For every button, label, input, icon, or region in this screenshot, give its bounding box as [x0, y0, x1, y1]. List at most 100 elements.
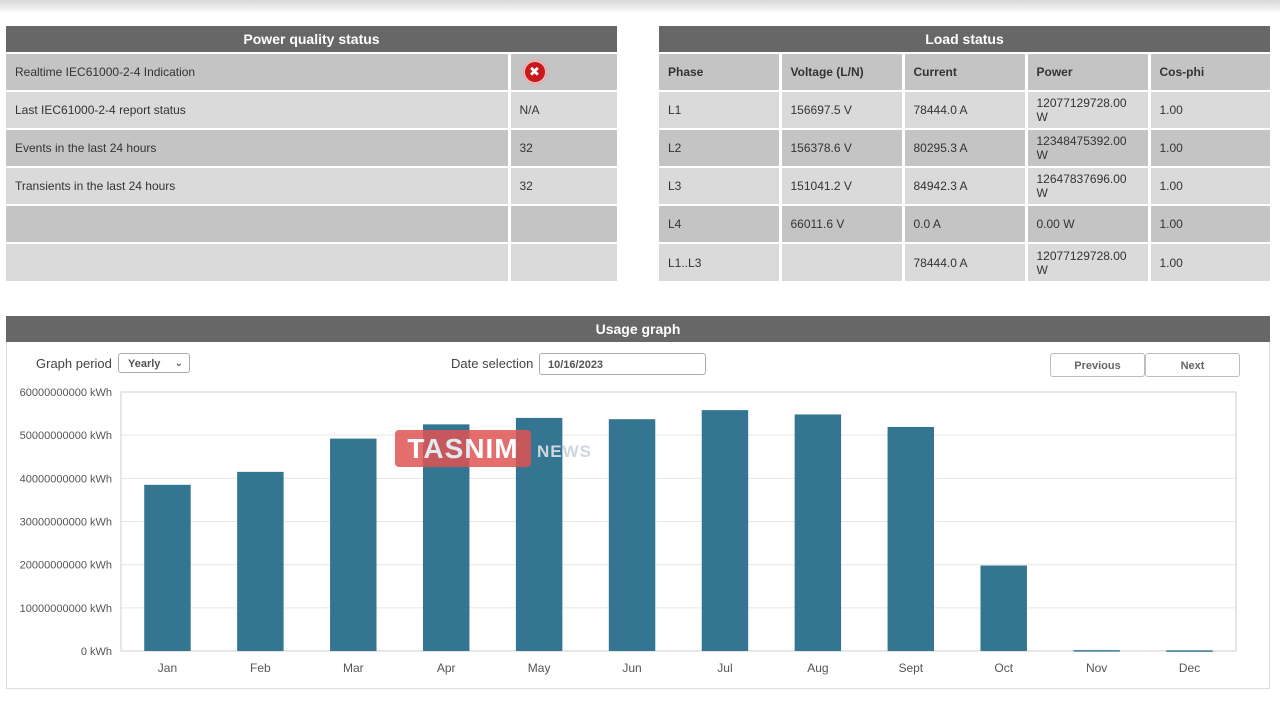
pq-value: ✖	[507, 52, 617, 91]
x-tick-label: Apr	[437, 661, 456, 675]
load-status-title: Load status	[659, 26, 1270, 52]
pq-value	[507, 204, 617, 243]
cell: 1.00	[1147, 128, 1270, 167]
cell: 12348475392.00 W	[1024, 128, 1149, 167]
column-header: Phase	[659, 52, 780, 91]
y-tick-label: 20000000000 kWh	[20, 560, 112, 572]
bar-oct	[980, 565, 1027, 651]
cell: 1.00	[1147, 204, 1270, 243]
x-tick-label: Jun	[622, 661, 641, 675]
pq-value: N/A	[507, 90, 617, 129]
bar-mar	[330, 438, 377, 651]
cell: 0.00 W	[1024, 204, 1149, 243]
cell: 66011.6 V	[778, 204, 903, 243]
y-tick-label: 50000000000 kWh	[20, 430, 112, 442]
x-tick-label: Jul	[717, 661, 732, 675]
y-tick-label: 30000000000 kWh	[20, 517, 112, 529]
y-tick-label: 0 kWh	[81, 646, 112, 658]
cell: L3	[659, 166, 780, 205]
load-status-table: Phase Voltage (L/N) Current Power Cos-ph…	[659, 52, 1270, 281]
pq-label: Transients in the last 24 hours	[6, 166, 509, 205]
x-tick-label: Sept	[898, 661, 923, 675]
table-row: L2 156378.6 V 80295.3 A 12348475392.00 W…	[659, 128, 1270, 167]
cell: 1.00	[1147, 90, 1270, 129]
cell	[778, 242, 903, 281]
y-tick-label: 60000000000 kWh	[20, 387, 112, 399]
cell: L2	[659, 128, 780, 167]
bar-feb	[237, 471, 284, 651]
usage-graph-body: Graph period Yearly ⌄ Date selection 10/…	[6, 342, 1270, 689]
table-row: Last IEC61000-2-4 report status N/A	[6, 90, 617, 129]
usage-graph-title: Usage graph	[6, 316, 1270, 342]
table-row: L1..L3 78444.0 A 12077129728.00 W 1.00	[659, 242, 1270, 281]
y-tick-label: 10000000000 kWh	[20, 603, 112, 615]
cell: 156378.6 V	[778, 128, 903, 167]
pq-label: Realtime IEC61000-2-4 Indication	[6, 52, 509, 91]
bar-nov	[1073, 650, 1120, 652]
usage-bar-chart: 0 kWh 10000000000 kWh 20000000000 kWh 30000…	[20, 387, 1237, 675]
bar-jun	[608, 419, 656, 651]
table-row: L1 156697.5 V 78444.0 A 12077129728.00 W…	[659, 90, 1270, 129]
cell: L4	[659, 204, 780, 243]
column-header: Cos-phi	[1147, 52, 1270, 91]
pq-label	[6, 204, 509, 243]
x-tick-label: Oct	[994, 661, 1013, 675]
x-tick-label: May	[528, 661, 551, 675]
pq-label: Events in the last 24 hours	[6, 128, 509, 167]
table-row: Events in the last 24 hours 32	[6, 128, 617, 167]
x-tick-label: Dec	[1179, 661, 1200, 675]
table-row: L4 66011.6 V 0.0 A 0.00 W 1.00	[659, 204, 1270, 243]
cell: 1.00	[1147, 242, 1270, 281]
bars	[144, 410, 1213, 652]
y-axis: 0 kWh 10000000000 kWh 20000000000 kWh 30000…	[20, 387, 112, 658]
x-tick-label: Feb	[250, 661, 271, 675]
x-tick-label: Mar	[343, 661, 364, 675]
x-tick-label: Nov	[1086, 661, 1107, 675]
pq-value: 32	[507, 166, 617, 205]
usage-graph-panel: Usage graph Graph period Yearly ⌄ Date s…	[6, 316, 1270, 689]
pq-value: 32	[507, 128, 617, 167]
cell: 0.0 A	[901, 204, 1026, 243]
table-row: Transients in the last 24 hours 32	[6, 166, 617, 205]
column-header: Power	[1024, 52, 1149, 91]
cell: 1.00	[1147, 166, 1270, 205]
watermark-tail: NEWS	[537, 442, 592, 461]
error-icon: ✖	[522, 60, 547, 84]
cell: 12647837696.00 W	[1024, 166, 1149, 205]
cell: 151041.2 V	[778, 166, 903, 205]
power-quality-title: Power quality status	[6, 26, 617, 52]
table-row	[6, 204, 617, 243]
x-tick-label: Jan	[158, 661, 177, 675]
x-tick-label: Aug	[807, 661, 828, 675]
power-quality-table: Realtime IEC61000-2-4 Indication ✖ Last …	[6, 52, 617, 281]
load-status-panel: Load status Phase Voltage (L/N) Current …	[659, 26, 1270, 281]
table-row	[6, 242, 617, 281]
bar-dec	[1166, 650, 1213, 652]
table-row: Realtime IEC61000-2-4 Indication ✖	[6, 52, 617, 91]
pq-label: Last IEC61000-2-4 report status	[6, 90, 509, 129]
column-header: Current	[901, 52, 1026, 91]
bar-sept	[887, 426, 935, 651]
y-tick-label: 40000000000 kWh	[20, 473, 112, 485]
pq-label	[6, 242, 509, 281]
pq-value	[507, 242, 617, 281]
x-axis: Jan Feb Mar Apr May Jun Jul Aug Sept Oct Nov Dec	[158, 661, 1200, 675]
cell: L1..L3	[659, 242, 780, 281]
bar-jan	[144, 484, 191, 651]
cell: 156697.5 V	[778, 90, 903, 129]
bar-aug	[794, 414, 842, 651]
top-shadow	[0, 0, 1280, 14]
table-header-row: Phase Voltage (L/N) Current Power Cos-ph…	[659, 52, 1270, 91]
power-quality-panel: Power quality status Realtime IEC61000-2…	[6, 26, 617, 281]
table-row: L3 151041.2 V 84942.3 A 12647837696.00 W…	[659, 166, 1270, 205]
cell: 12077129728.00 W	[1024, 90, 1149, 129]
bar-jul	[701, 410, 749, 651]
cell: L1	[659, 90, 780, 129]
cell: 78444.0 A	[901, 242, 1026, 281]
column-header: Voltage (L/N)	[778, 52, 903, 91]
cell: 80295.3 A	[901, 128, 1026, 167]
grid-lines	[121, 391, 1236, 652]
cell: 84942.3 A	[901, 166, 1026, 205]
cell: 12077129728.00 W	[1024, 242, 1149, 281]
cell: 78444.0 A	[901, 90, 1026, 129]
